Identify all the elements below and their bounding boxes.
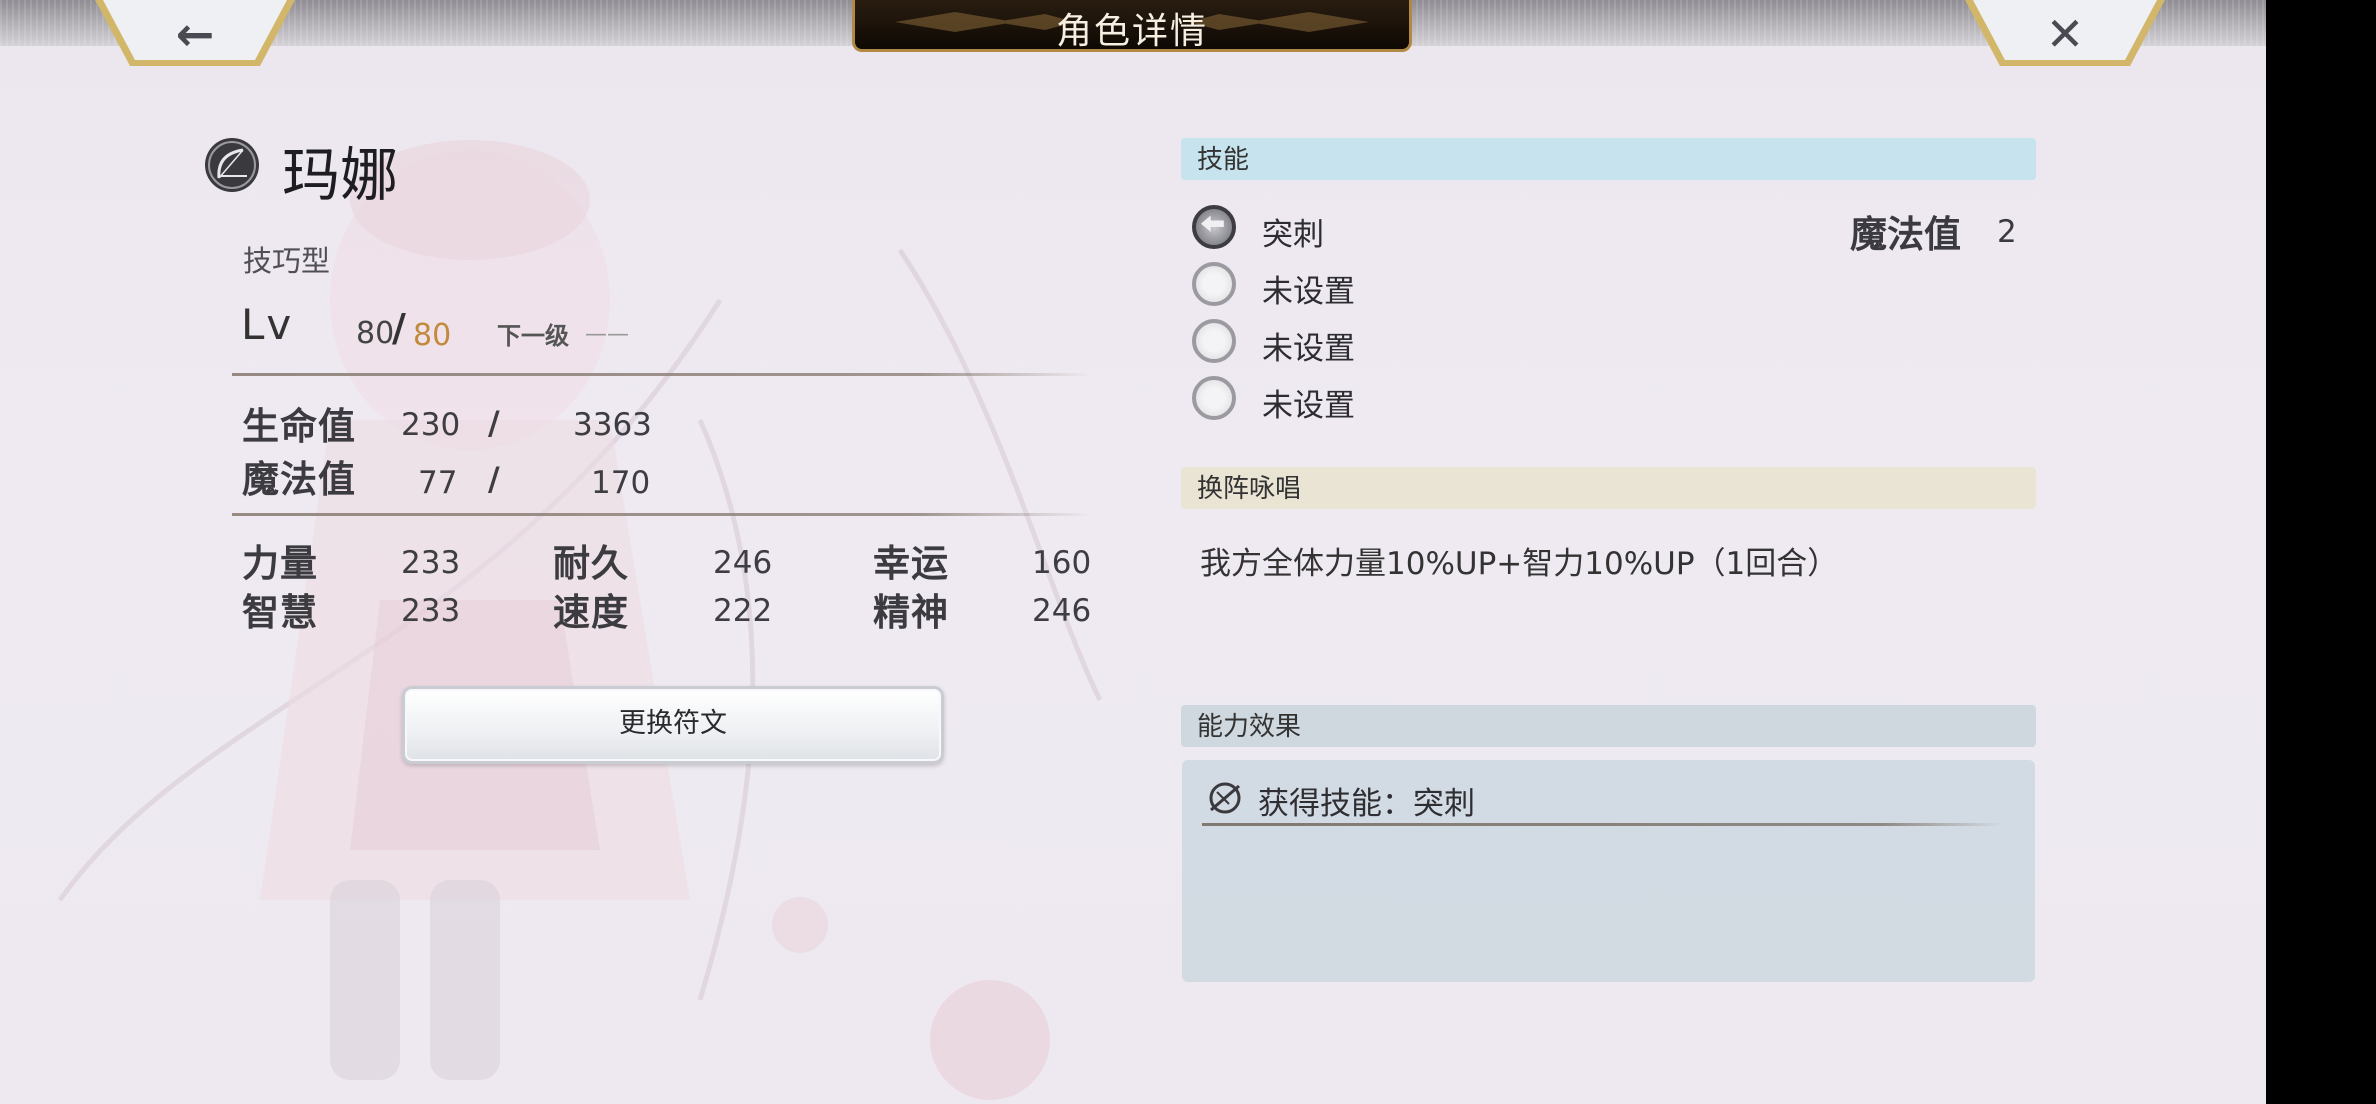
empty-slot-icon [1192,262,1236,306]
empty-slot-icon [1192,319,1236,363]
mp-current: 77 [418,465,458,501]
hp-current: 230 [401,407,461,443]
skill-name: 突刺 [1262,217,1324,253]
skill-learn-icon [1209,782,1241,814]
close-button[interactable]: ✕ [1965,0,2165,70]
close-icon: ✕ [2045,7,2085,61]
hp-label: 生命值 [242,405,356,448]
next-level-label: 下一级 [497,322,569,350]
spi-label: 精神 [873,591,949,634]
str-label: 力量 [242,542,318,585]
luk-value: 160 [1032,545,1092,581]
divider [232,513,1092,516]
mp-label: 魔法值 [242,458,356,501]
back-arrow-icon: ← [175,7,215,61]
divider [232,373,1092,376]
back-button[interactable]: ← [95,0,295,70]
character-type: 技巧型 [243,244,331,278]
character-portrait-background [57,140,1103,1100]
arrow-left-icon [1192,205,1236,249]
skills-header: 技能 [1181,138,2036,180]
game-screen: ← 角色详情 ✕ 玛娜 技巧型 Lv 80 / 80 下一级 —— 生命值 23… [0,0,2266,1104]
character-name: 玛娜 [282,141,399,209]
hp-max: 3363 [573,407,652,443]
divider [1202,823,2002,826]
level-label: Lv [241,300,294,349]
end-value: 246 [713,545,773,581]
empty-slot-icon [1192,376,1236,420]
int-label: 智慧 [242,591,318,634]
page-title: 角色详情 [1055,11,1208,52]
int-value: 233 [401,593,461,629]
skill-name: 未设置 [1262,331,1355,367]
level-current: 80 [356,316,395,351]
mp-slash: / [488,460,500,498]
ability-header: 能力效果 [1181,705,2036,747]
skill-mp-label: 魔法值 [1850,213,1961,256]
level-max: 80 [413,318,452,353]
next-level-value: —— [585,322,629,347]
ability-description: 获得技能：突刺 [1258,786,1475,822]
skill-mp-value: 2 [1997,214,2017,250]
hp-slash: / [488,404,500,442]
formation-description: 我方全体力量10%UP+智力10%UP（1回合） [1200,546,1839,582]
formation-header: 换阵咏唱 [1181,467,2036,509]
skill-name: 未设置 [1262,388,1355,424]
spi-value: 246 [1032,593,1092,629]
mp-max: 170 [591,465,651,501]
bow-icon [205,138,259,192]
spd-value: 222 [713,593,773,629]
change-rune-button[interactable]: 更换符文 [402,686,944,764]
str-value: 233 [401,545,461,581]
level-slash: / [392,306,406,350]
end-label: 耐久 [553,542,629,585]
screen-edge [2266,0,2376,1104]
spd-label: 速度 [553,591,629,634]
title-plate: 角色详情 [852,0,1412,52]
luk-label: 幸运 [873,542,949,585]
skill-name: 未设置 [1262,274,1355,310]
